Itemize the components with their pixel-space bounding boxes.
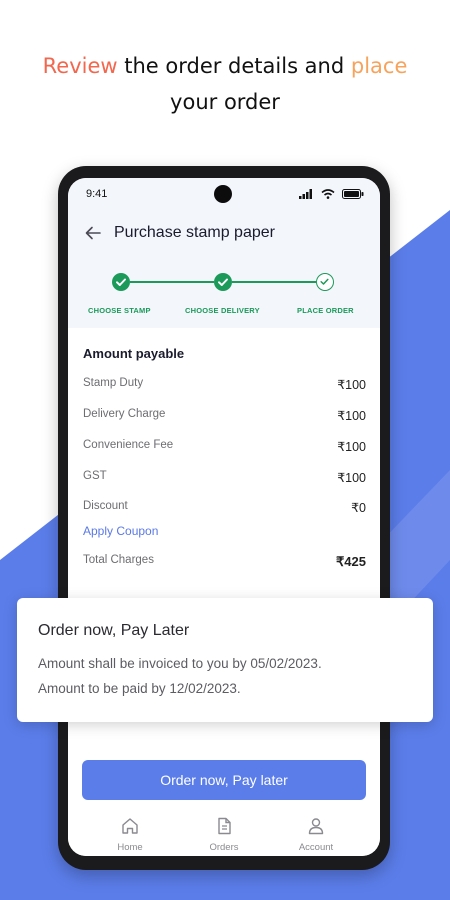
- step-connector-2: [232, 281, 316, 283]
- amount-payable-title: Amount payable: [83, 346, 185, 361]
- headline-line2: your order: [170, 90, 280, 114]
- delivery-charge-value: ₹100: [337, 409, 366, 423]
- camera-cutout: [214, 185, 232, 203]
- stamp-duty-label: Stamp Duty: [83, 377, 144, 389]
- phone-screen: 9:41 Purchase stamp paper CHOOSE STAMP C…: [68, 178, 380, 856]
- popup-invoice-date: Amount shall be invoiced to you by 05/02…: [38, 656, 322, 671]
- headline-highlight-review: Review: [42, 54, 118, 78]
- phone-frame: 9:41 Purchase stamp paper CHOOSE STAMP C…: [58, 166, 390, 870]
- step-label-choose-stamp: CHOOSE STAMP: [88, 306, 151, 315]
- discount-value: ₹0: [351, 501, 366, 515]
- delivery-charge-label: Delivery Charge: [83, 408, 166, 420]
- status-icons: [295, 187, 364, 200]
- check-icon: [116, 278, 126, 286]
- step-label-choose-delivery: CHOOSE DELIVERY: [185, 306, 260, 315]
- bottom-nav: Home Orders Account: [68, 806, 380, 856]
- discount-label: Discount: [83, 500, 128, 512]
- status-time: 9:41: [86, 188, 108, 200]
- headline-highlight-place: place: [350, 54, 408, 78]
- nav-label-account: Account: [298, 842, 334, 853]
- home-icon: [122, 818, 138, 834]
- total-charges-label: Total Charges: [83, 554, 154, 566]
- document-icon: [218, 817, 231, 835]
- gst-value: ₹100: [337, 471, 366, 485]
- step-choose-delivery: [214, 273, 232, 291]
- popup-title: Order now, Pay Later: [38, 622, 190, 639]
- arrow-left-icon[interactable]: [84, 224, 102, 242]
- check-icon: [320, 278, 329, 285]
- battery-icon: [342, 189, 364, 199]
- gst-label: GST: [83, 470, 107, 482]
- headline: Review the order details and place your …: [0, 48, 450, 120]
- stamp-duty-value: ₹100: [337, 378, 366, 392]
- status-bar: 9:41: [68, 178, 380, 210]
- nav-item-home[interactable]: Home: [90, 816, 170, 853]
- nav-item-account[interactable]: Account: [276, 816, 356, 853]
- nav-label-orders: Orders: [209, 842, 239, 853]
- step-choose-stamp: [112, 273, 130, 291]
- convenience-fee-value: ₹100: [337, 440, 366, 454]
- person-icon: [308, 818, 324, 835]
- order-stepper: [68, 258, 380, 328]
- step-place-order: [316, 273, 334, 291]
- pay-later-info-card: Order now, Pay Later Amount shall be inv…: [17, 598, 433, 722]
- app-bar: Purchase stamp paper: [68, 210, 380, 258]
- apply-coupon-link[interactable]: Apply Coupon: [83, 524, 158, 538]
- step-label-place-order: PLACE ORDER: [297, 306, 354, 315]
- order-now-pay-later-button[interactable]: Order now, Pay later: [82, 760, 366, 800]
- popup-payment-date: Amount to be paid by 12/02/2023.: [38, 681, 241, 696]
- total-charges-value: ₹425: [336, 554, 366, 569]
- headline-middle: the order details and: [117, 54, 351, 78]
- nav-label-home: Home: [117, 842, 143, 853]
- page-title: Purchase stamp paper: [114, 224, 275, 241]
- convenience-fee-label: Convenience Fee: [83, 439, 174, 451]
- signal-icon: [299, 189, 312, 199]
- step-connector-1: [130, 281, 214, 283]
- check-icon: [218, 278, 228, 286]
- nav-item-orders[interactable]: Orders: [184, 816, 264, 853]
- wifi-icon: [320, 189, 335, 199]
